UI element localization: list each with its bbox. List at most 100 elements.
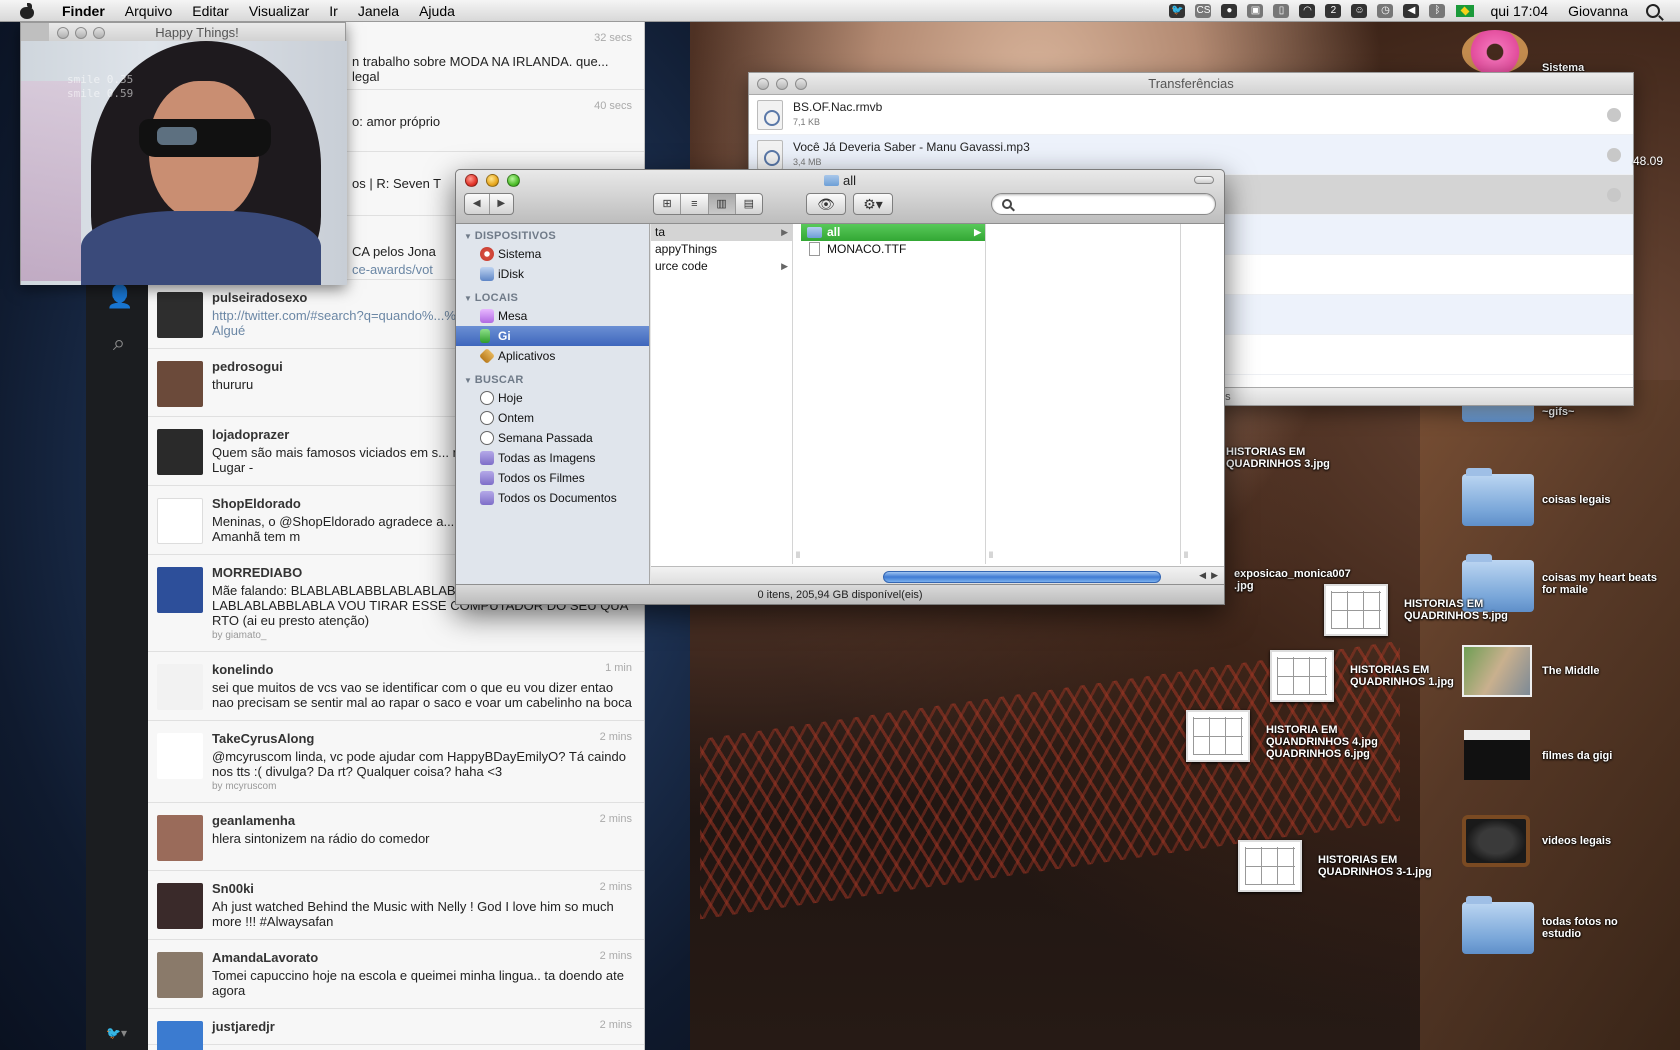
sidebar-item-sistema[interactable]: Sistema xyxy=(456,244,649,264)
sidebar-item-todos-filmes[interactable]: Todos os Filmes xyxy=(456,468,649,488)
document-icon[interactable]: ▯ xyxy=(1273,3,1290,18)
tweet[interactable]: justjaredjr 2 mins xyxy=(148,1009,644,1050)
avatar[interactable] xyxy=(157,952,203,998)
back-button[interactable]: ◀ xyxy=(465,194,489,214)
search-icon[interactable]: ⌕ xyxy=(106,330,132,356)
icon-view-button[interactable]: ⊞ xyxy=(654,194,680,214)
avatar[interactable] xyxy=(157,815,203,861)
column-item[interactable]: urce code ▶ xyxy=(651,258,792,275)
close-button[interactable] xyxy=(757,78,769,90)
forward-button[interactable]: ▶ xyxy=(488,194,514,214)
sidebar-section-header[interactable]: BUSCAR xyxy=(464,374,649,386)
sidebar-section-header[interactable]: LOCAIS xyxy=(464,292,649,304)
avatar[interactable] xyxy=(157,292,203,338)
horizontal-scrollbar[interactable]: ◀ ▶ xyxy=(651,566,1224,586)
sidebar-item-todos-documentos[interactable]: Todos os Documentos xyxy=(456,488,649,508)
twitter-bird-icon[interactable]: 🐦 xyxy=(1169,3,1186,18)
bluetooth-icon[interactable]: ᛒ xyxy=(1429,3,1446,18)
menu-finder[interactable]: Finder xyxy=(52,3,115,19)
volume-icon[interactable]: ◀ xyxy=(1403,3,1420,18)
list-view-button[interactable]: ≡ xyxy=(680,194,707,214)
accessibility-icon[interactable]: ☺ xyxy=(1351,3,1368,18)
menu-arquivo[interactable]: Arquivo xyxy=(115,3,182,19)
avatar[interactable] xyxy=(157,733,203,779)
toolbar-toggle-button[interactable] xyxy=(1194,176,1214,184)
tweet[interactable]: konelindo 1 min sei que muitos de vcs va… xyxy=(148,652,644,721)
tweet-username[interactable]: geanlamenha xyxy=(212,813,634,828)
sidebar-item-hoje[interactable]: Hoje xyxy=(456,388,649,408)
spaces-icon[interactable]: 2 xyxy=(1325,3,1342,18)
column-item[interactable]: MONACO.TTF xyxy=(801,241,985,258)
sidebar-item-aplicativos[interactable]: Aplicativos xyxy=(456,346,649,366)
column-view-button[interactable]: ▥ xyxy=(707,194,735,214)
avatar[interactable] xyxy=(157,429,203,475)
spotlight-search-icon[interactable] xyxy=(1646,3,1660,18)
record-icon[interactable]: ● xyxy=(1221,3,1238,18)
column-resize-handle[interactable]: ll xyxy=(796,550,800,560)
app-status-icon[interactable]: ▣ xyxy=(1247,3,1264,18)
sidebar-item-todas-imagens[interactable]: Todas as Imagens xyxy=(456,448,649,468)
tweet-username[interactable]: Sn00ki xyxy=(212,881,634,896)
sidebar-item-semana-passada[interactable]: Semana Passada xyxy=(456,428,649,448)
sidebar-item-mesa[interactable]: Mesa xyxy=(456,306,649,326)
column-resize-handle[interactable]: ll xyxy=(1184,550,1188,560)
reveal-magnifier-icon[interactable] xyxy=(1607,188,1621,202)
column-item[interactable]: ta ▶ xyxy=(651,224,792,241)
happy-things-window[interactable]: Happy Things! smile 0.35 smile 0.59 xyxy=(20,22,347,285)
menu-editar[interactable]: Editar xyxy=(182,3,239,19)
sidebar-item-ontem[interactable]: Ontem xyxy=(456,408,649,428)
tweet[interactable]: Sn00ki 2 mins Ah just watched Behind the… xyxy=(148,871,644,940)
happy-things-titlebar[interactable]: Happy Things! xyxy=(49,23,345,43)
reveal-magnifier-icon[interactable] xyxy=(1607,148,1621,162)
sidebar-item-idisk[interactable]: iDisk xyxy=(456,264,649,284)
tweet-username[interactable]: konelindo xyxy=(212,662,634,677)
apple-menu-icon[interactable] xyxy=(18,2,38,19)
menubar-clock[interactable]: qui 17:04 xyxy=(1490,3,1548,19)
scroll-left-arrow-icon[interactable]: ◀ xyxy=(1199,570,1206,581)
avatar[interactable] xyxy=(157,1021,203,1050)
quick-look-button[interactable]: 👁 xyxy=(806,193,846,215)
close-button[interactable] xyxy=(57,27,69,39)
download-row[interactable]: BS.OF.Nac.rmvb 7,1 KB xyxy=(749,95,1633,135)
transfers-titlebar[interactable]: Transferências xyxy=(749,73,1633,95)
avatar[interactable] xyxy=(157,664,203,710)
sidebar-section-header[interactable]: DISPOSITIVOS xyxy=(464,230,649,242)
browser-column[interactable]: ll xyxy=(991,224,1188,564)
tweet-username[interactable]: justjaredjr xyxy=(212,1019,634,1034)
menu-janela[interactable]: Janela xyxy=(348,3,409,19)
scrollbar-thumb[interactable] xyxy=(883,571,1161,583)
avatar[interactable] xyxy=(157,883,203,929)
coverflow-view-button[interactable]: ▤ xyxy=(734,194,762,214)
tweet[interactable]: geanlamenha 2 mins hlera sintonizem na r… xyxy=(148,803,644,871)
profile-icon[interactable]: 👤 xyxy=(106,284,133,310)
menu-ajuda[interactable]: Ajuda xyxy=(409,3,465,19)
tweet[interactable]: TakeCyrusAlong 2 mins @mcyruscom linda, … xyxy=(148,721,644,803)
reveal-magnifier-icon[interactable] xyxy=(1607,108,1621,122)
menubar-user[interactable]: Giovanna xyxy=(1568,3,1628,19)
column-item[interactable]: all ▶ xyxy=(801,224,985,241)
browser-column[interactable]: ta ▶ appyThings urce code ▶ ll xyxy=(651,224,800,564)
menu-visualizar[interactable]: Visualizar xyxy=(239,3,319,19)
sidebar-item-gi[interactable]: Gi xyxy=(456,326,649,346)
twitter-bird-menu-icon[interactable]: 🐦▾ xyxy=(106,1026,127,1040)
scroll-right-arrow-icon[interactable]: ▶ xyxy=(1211,570,1218,581)
avatar[interactable] xyxy=(157,567,203,613)
minimize-button[interactable] xyxy=(776,78,788,90)
browser-column[interactable]: all ▶ MONACO.TTF ll xyxy=(801,224,993,564)
finder-column-browser[interactable]: ta ▶ appyThings urce code ▶ ll all ▶ MONACO… xyxy=(651,224,1224,586)
avatar[interactable] xyxy=(157,361,203,407)
tweet[interactable]: AmandaLavorato 2 mins Tomei capuccino ho… xyxy=(148,940,644,1009)
finder-search-input[interactable] xyxy=(991,193,1216,215)
avatar[interactable] xyxy=(157,498,203,544)
action-button[interactable]: ⚙▾ xyxy=(853,193,893,215)
zoom-button[interactable] xyxy=(795,78,807,90)
wifi-icon[interactable]: ◠ xyxy=(1299,3,1316,18)
column-item[interactable]: appyThings xyxy=(651,241,792,258)
menu-ir[interactable]: Ir xyxy=(319,3,348,19)
time-machine-icon[interactable]: ◷ xyxy=(1377,3,1394,18)
cs-status-icon[interactable]: CS xyxy=(1195,3,1212,18)
brazil-flag-icon[interactable] xyxy=(1456,4,1475,17)
finder-window[interactable]: all ◀ ▶ ⊞ ≡ ▥ ▤ 👁 ⚙▾ DISPOSITIVOS Sistem… xyxy=(455,169,1225,605)
tweet-username[interactable]: TakeCyrusAlong xyxy=(212,731,634,746)
tweet-username[interactable]: AmandaLavorato xyxy=(212,950,634,965)
